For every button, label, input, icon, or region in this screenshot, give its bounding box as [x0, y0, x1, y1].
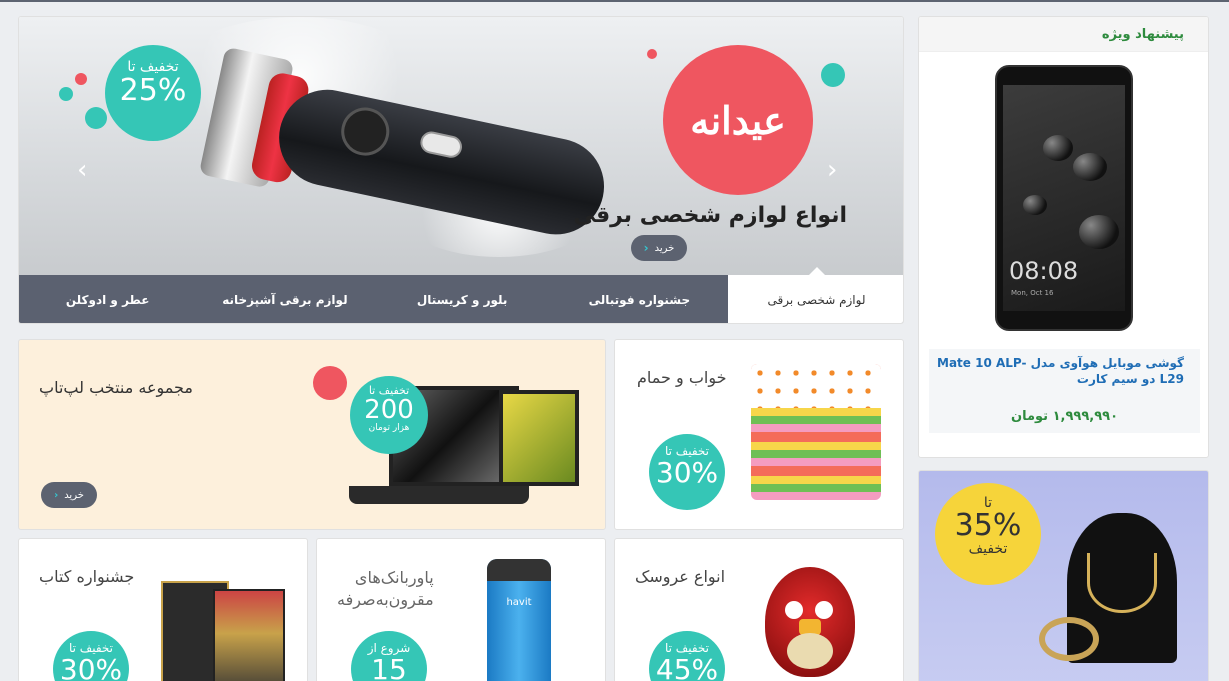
offer-info: گوشی موبایل هوآوی مدل Mate 10 ALP- L29 د…: [929, 349, 1200, 433]
hero-slider[interactable]: تخفیف تا 25% عیدانه انواع لوازم شخصی برق…: [18, 16, 904, 324]
decor-dot: [821, 63, 845, 87]
badge-value: 200: [364, 395, 414, 425]
decor-dot: [85, 107, 107, 129]
discount-badge-value: 25%: [119, 73, 187, 108]
tab-perfume[interactable]: عطر و ادوکلن: [19, 275, 196, 323]
badge-value: 35%: [954, 508, 1022, 543]
promo-doll-badge: تخفیف تا 45%: [649, 631, 725, 681]
badge-value: 15: [371, 653, 407, 681]
promo-bed-title: خواب و حمام: [637, 368, 727, 387]
hero-buy-button[interactable]: › خرید: [631, 235, 687, 261]
slider-next-icon[interactable]: ›: [827, 157, 837, 183]
promo-bed[interactable]: خواب و حمام تخفیف تا 30%: [614, 339, 904, 530]
promo-powerbank-title-line1: پاوربانک‌های: [354, 568, 434, 587]
promo-doll[interactable]: انواع عروسک تخفیف تا 45%: [614, 538, 904, 681]
powerbank-image: havit: [487, 559, 551, 681]
slider-prev-icon[interactable]: ‹: [77, 157, 87, 183]
badge-bottom: تخفیف: [968, 541, 1008, 557]
top-border: [0, 0, 1229, 2]
special-offer-heading: پیشنهاد ویژه: [919, 17, 1208, 52]
hero-buy-label: خرید: [654, 242, 675, 254]
promo-book-title: جشنواره کتاب: [39, 567, 135, 586]
bracelet-image: [1039, 617, 1099, 661]
badge-value: 30%: [655, 456, 719, 489]
promo-doll-title: انواع عروسک: [635, 567, 726, 586]
phone-date: Mon, Oct 16: [1011, 289, 1054, 297]
tab-crystal[interactable]: بلور و کریستال: [374, 275, 551, 323]
chevron-right-icon: ›: [643, 241, 649, 255]
promo-laptop-badge: تخفیف تا 200 هزار تومان: [350, 376, 428, 454]
discount-badge: تخفیف تا 25%: [105, 45, 201, 141]
promo-book[interactable]: جشنواره کتاب تخفیف تا 30%: [18, 538, 308, 681]
promo-powerbank-title: پاوربانک‌های مقرون‌به‌صرفه: [337, 567, 434, 611]
blanket-pattern: [751, 364, 881, 408]
laptop-buy-button[interactable]: › خرید: [41, 482, 97, 508]
books-image: [161, 581, 287, 681]
decor-dot: [59, 87, 73, 101]
promo-powerbank[interactable]: پاوربانک‌های مقرون‌به‌صرفه havit شروع از…: [316, 538, 606, 681]
angry-bird-image: [765, 567, 855, 677]
promo-powerbank-badge: شروع از 15: [351, 631, 427, 681]
special-offer-card[interactable]: پیشنهاد ویژه 08:08 Mon, Oct 16 گوشی موبا…: [918, 16, 1209, 458]
phone-image: 08:08 Mon, Oct 16: [995, 65, 1133, 331]
chevron-right-icon: ›: [54, 489, 59, 501]
laptop-buy-label: خرید: [64, 489, 84, 501]
phone-time: 08:08: [1009, 257, 1079, 285]
powerbank-brand: havit: [506, 597, 532, 608]
decor-dot: [75, 73, 87, 85]
tab-football[interactable]: جشنواره فوتبالی: [551, 275, 728, 323]
badge-value: 30%: [59, 653, 123, 681]
decor-dot: [313, 366, 347, 400]
promo-powerbank-title-line2: مقرون‌به‌صرفه: [337, 590, 434, 609]
brand-logo: عیدانه: [663, 45, 813, 195]
promo-laptop[interactable]: مجموعه منتخب لپ‌تاپ تخفیف تا 200 هزار تو…: [18, 339, 606, 530]
promo-jewelry[interactable]: تا 35% تخفیف: [918, 470, 1209, 681]
tab-kitchen[interactable]: لوازم برقی آشپزخانه: [196, 275, 373, 323]
promo-bed-badge: تخفیف تا 30%: [649, 434, 725, 510]
promo-laptop-title: مجموعه منتخب لپ‌تاپ: [39, 378, 193, 397]
offer-product-name[interactable]: گوشی موبایل هوآوی مدل Mate 10 ALP- L29 د…: [934, 355, 1184, 387]
promo-jewelry-badge: تا 35% تخفیف: [935, 483, 1041, 585]
hero-banner[interactable]: تخفیف تا 25% عیدانه انواع لوازم شخصی برق…: [19, 17, 903, 275]
hero-title: انواع لوازم شخصی برقی: [573, 203, 847, 228]
decor-dot: [647, 49, 657, 59]
badge-value: 45%: [655, 653, 719, 681]
tab-personal-electric[interactable]: لوازم شخصی برقی: [728, 267, 903, 323]
offer-price: ۱,۹۹۹,۹۹۰ تومان: [1010, 409, 1118, 424]
badge-unit: هزار تومان: [368, 423, 410, 433]
hero-tabs: عطر و ادوکلن لوازم برقی آشپزخانه بلور و …: [19, 267, 903, 323]
promo-book-badge: تخفیف تا 30%: [53, 631, 129, 681]
